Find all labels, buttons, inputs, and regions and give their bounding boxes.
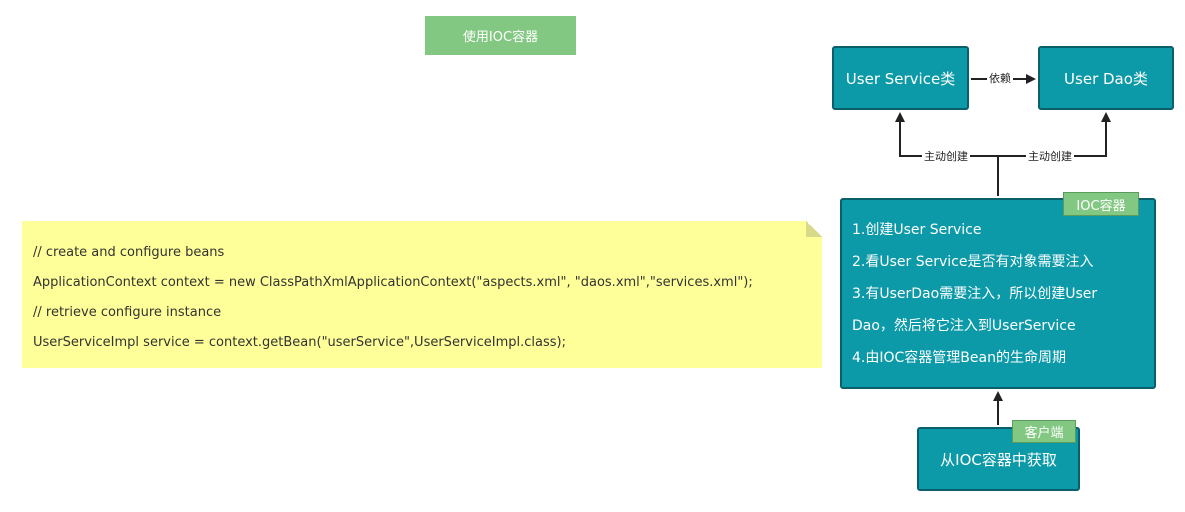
code-note: // create and configure beans Applicatio… — [22, 221, 822, 368]
create-label-right: 主动创建 — [1026, 150, 1074, 164]
create-label-left: 主动创建 — [922, 150, 970, 164]
ioc-step-2: 2.看User Service是否有对象需要注入 — [852, 254, 1094, 270]
depend-label: 依赖 — [987, 72, 1013, 86]
note-text: // create and configure beans Applicatio… — [33, 238, 753, 358]
ioc-step-1: 1.创建User Service — [852, 222, 982, 238]
user-dao-box: User Dao类 — [1038, 46, 1174, 110]
ioc-step-3: 3.有UserDao需要注入，所以创建User — [852, 286, 1098, 302]
note-line-3: // retrieve configure instance — [33, 305, 222, 320]
client-tag: 客户端 — [1012, 420, 1076, 443]
note-line-2: ApplicationContext context = new ClassPa… — [33, 275, 753, 290]
note-line-1: // create and configure beans — [33, 245, 225, 260]
ioc-container-box: 1.创建User Service 2.看User Service是否有对象需要注… — [840, 198, 1156, 389]
note-fold-corner — [806, 221, 822, 237]
ioc-step-3-cont: Dao，然后将它注入到UserService — [852, 318, 1076, 334]
ioc-step-4: 4.由IOC容器管理Bean的生命周期 — [852, 350, 1066, 366]
user-service-box: User Service类 — [832, 46, 969, 110]
ioc-container-tag: IOC容器 — [1063, 192, 1139, 216]
note-line-4: UserServiceImpl service = context.getBea… — [33, 335, 566, 350]
